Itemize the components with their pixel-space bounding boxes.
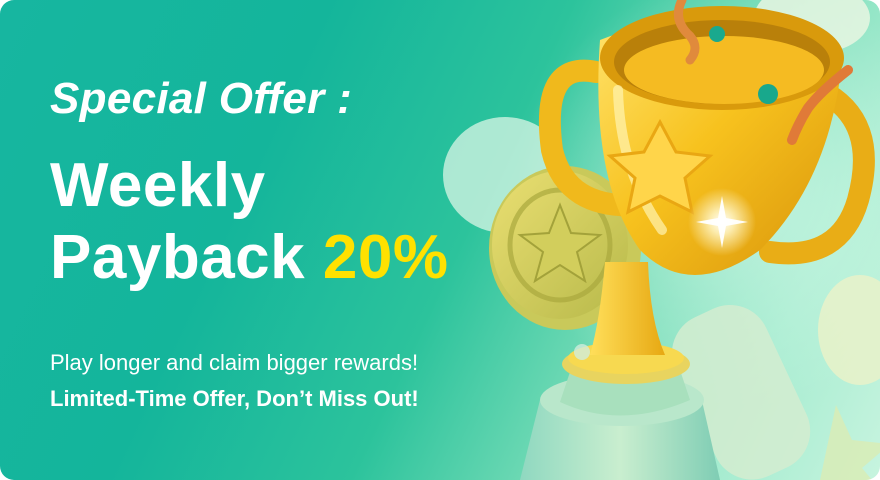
title-line-1: Weekly [50, 151, 266, 220]
limited-offer-note: Limited-Time Offer, Don’t Miss Out! [50, 386, 419, 411]
eyebrow-title: Special Offer : [50, 74, 353, 123]
title-line-2: Payback 20% [50, 222, 570, 294]
main-title: Weekly Payback 20% [50, 150, 570, 294]
title-word: Payback [50, 223, 306, 292]
promo-banner[interactable]: Special Offer : Weekly Payback 20% Play … [0, 0, 880, 480]
subtitle: Play longer and claim bigger rewards! [50, 350, 419, 375]
highlight-percentage: 20% [322, 223, 449, 292]
